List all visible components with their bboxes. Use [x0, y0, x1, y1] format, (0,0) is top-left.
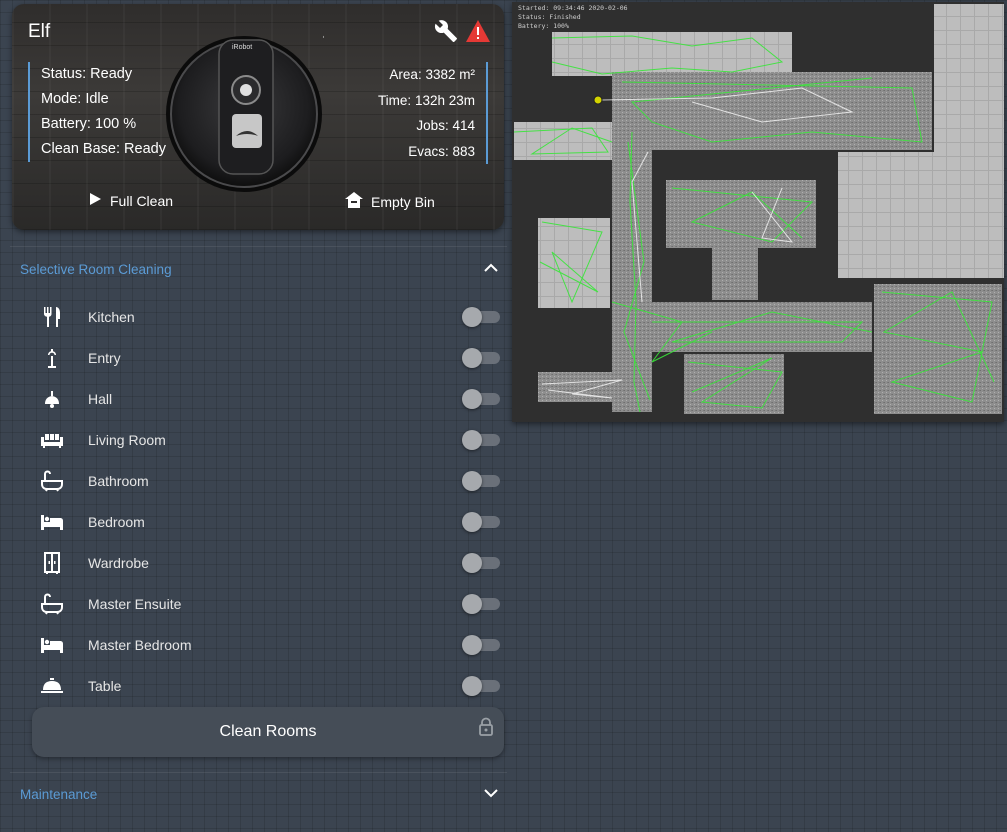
lock-icon	[478, 717, 494, 742]
robot-image: iRobot	[164, 18, 334, 196]
warning-icon[interactable]	[466, 20, 490, 47]
home-import-icon	[345, 192, 363, 211]
status-stat: Status: Ready	[41, 66, 133, 82]
play-icon	[88, 192, 102, 209]
ceiling-light-icon	[38, 388, 66, 410]
room-row-bathroom: Bathroom	[38, 460, 500, 501]
bed-icon	[38, 511, 66, 533]
room-row-living-room: Living Room	[38, 419, 500, 460]
vacuum-name: Elf	[28, 21, 51, 42]
section-title: Selective Room Cleaning	[20, 261, 172, 277]
bathtub-icon	[38, 592, 66, 615]
cleaning-map: Started: 09:34:46 2020-02-06 Status: Fin…	[512, 2, 1004, 422]
area-stat: Area: 3382 m²	[389, 67, 475, 82]
room-service-icon	[38, 675, 66, 697]
map-status: Started: 09:34:46 2020-02-06 Status: Fin…	[518, 4, 628, 30]
room-toggle[interactable]	[462, 553, 500, 573]
silverware-icon	[38, 306, 66, 328]
bed-icon	[38, 634, 66, 656]
room-row-wardrobe: Wardrobe	[38, 542, 500, 583]
room-row-bedroom: Bedroom	[38, 501, 500, 542]
room-toggle[interactable]	[462, 635, 500, 655]
room-toggle[interactable]	[462, 471, 500, 491]
section-divider	[10, 246, 507, 247]
room-row-kitchen: Kitchen	[38, 296, 500, 337]
vacuum-card: Elf Status: Ready Mode: Idle Battery: 10…	[12, 4, 504, 230]
room-toggle[interactable]	[462, 307, 500, 327]
bathtub-icon	[38, 469, 66, 492]
maintenance-header[interactable]: Maintenance	[20, 785, 498, 803]
room-row-master-ensuite: Master Ensuite	[38, 583, 500, 624]
stats-right: Area: 3382 m² Time: 132h 23m Jobs: 414 E…	[378, 62, 488, 164]
clean-base-stat: Clean Base: Ready	[41, 141, 166, 157]
room-toggle[interactable]	[462, 676, 500, 696]
room-row-master-bedroom: Master Bedroom	[38, 624, 500, 665]
mode-stat: Mode: Idle	[41, 91, 109, 107]
clean-rooms-button[interactable]: Clean Rooms	[32, 707, 504, 757]
sofa-icon	[38, 429, 66, 451]
stats-left: Status: Ready Mode: Idle Battery: 100 % …	[28, 62, 166, 162]
section-divider	[10, 772, 507, 773]
robot-brand: iRobot	[232, 44, 253, 51]
room-row-entry: Entry	[38, 337, 500, 378]
jobs-stat: Jobs: 414	[416, 118, 475, 133]
map-image	[512, 2, 1004, 422]
chevron-up-icon[interactable]	[484, 260, 498, 278]
evacs-stat: Evacs: 883	[408, 143, 475, 159]
room-toggle[interactable]	[462, 512, 500, 532]
full-clean-button[interactable]: Full Clean	[88, 192, 173, 209]
chevron-down-icon[interactable]	[484, 785, 498, 803]
room-row-table: Table	[38, 665, 500, 706]
room-toggle[interactable]	[462, 430, 500, 450]
room-row-hall: Hall	[38, 378, 500, 419]
room-toggle[interactable]	[462, 594, 500, 614]
room-toggle[interactable]	[462, 389, 500, 409]
room-toggle[interactable]	[462, 348, 500, 368]
vacuum-tools	[434, 19, 490, 48]
empty-bin-button[interactable]: Empty Bin	[345, 192, 435, 211]
time-stat: Time: 132h 23m	[377, 92, 475, 108]
wardrobe-icon	[38, 551, 66, 574]
wrench-icon[interactable]	[434, 19, 458, 48]
room-cleaning-header[interactable]: Selective Room Cleaning	[20, 260, 498, 278]
coat-rack-icon	[38, 347, 66, 369]
battery-stat: Battery: 100 %	[41, 116, 137, 132]
section-title: Maintenance	[20, 786, 98, 802]
